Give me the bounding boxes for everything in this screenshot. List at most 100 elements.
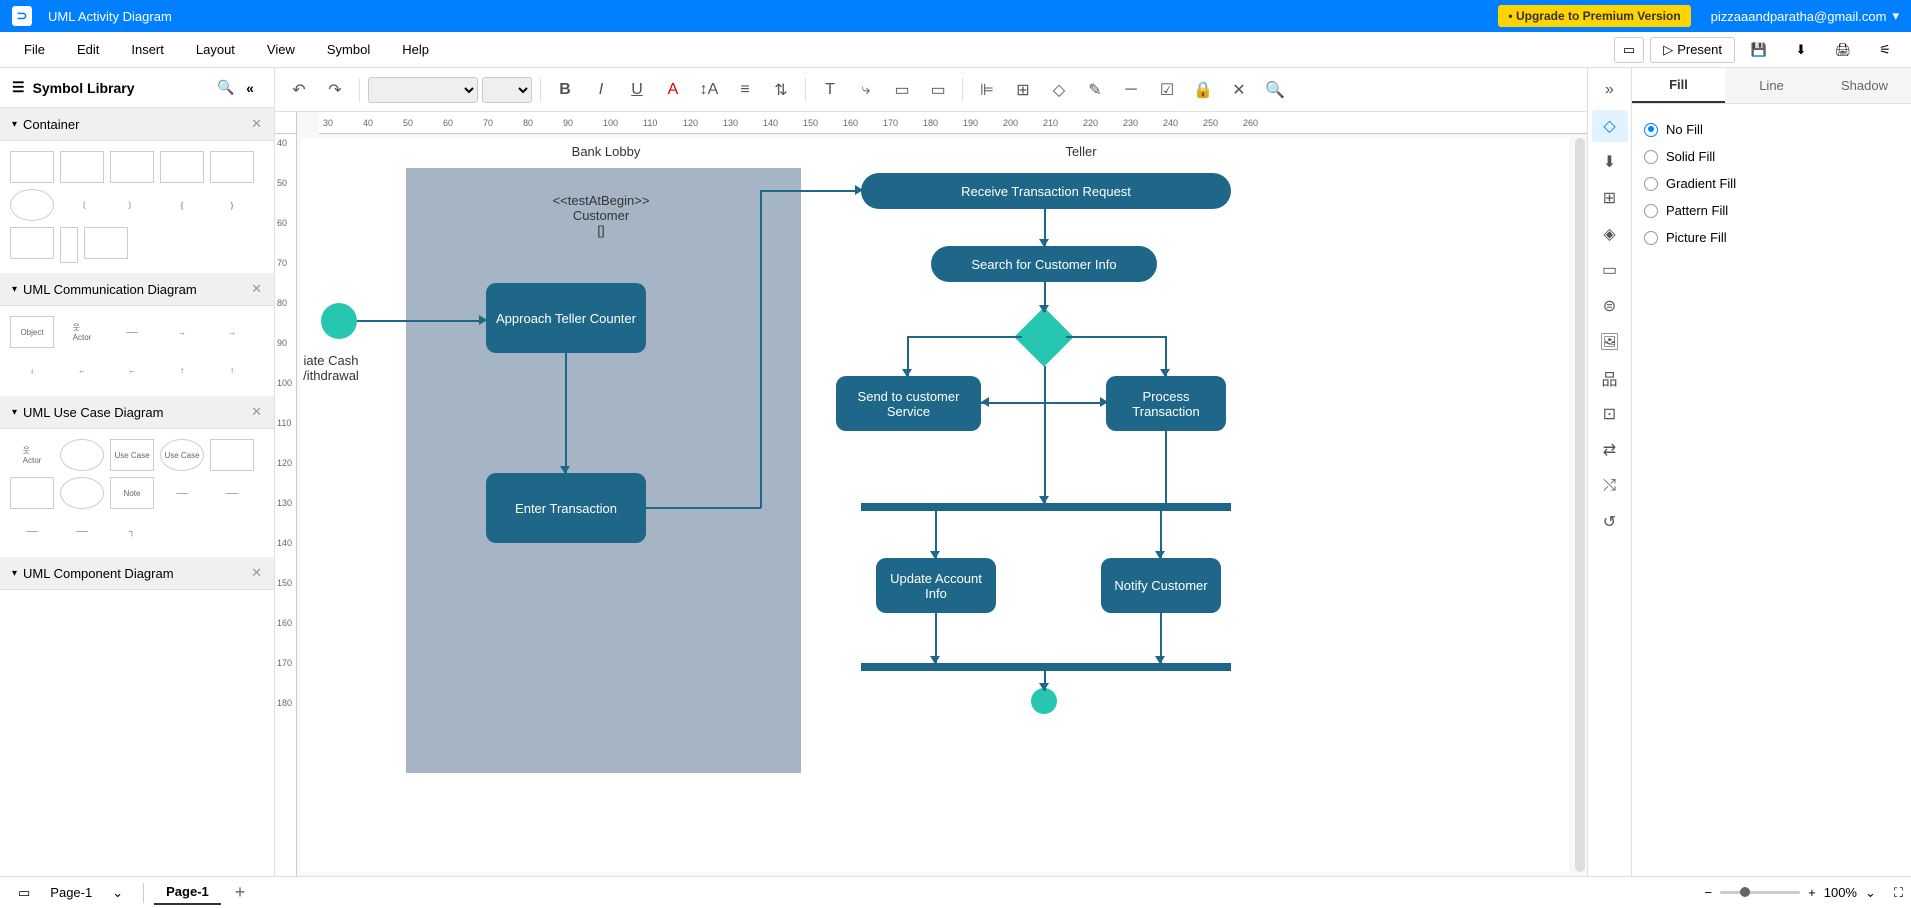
shape-arrow[interactable]: ← [60, 354, 104, 386]
font-color-button[interactable]: A [657, 74, 689, 106]
close-category-icon[interactable]: ✕ [251, 404, 262, 420]
menu-edit[interactable]: Edit [61, 36, 115, 63]
activity-enter-transaction[interactable]: Enter Transaction [486, 473, 646, 543]
fill-option-none[interactable]: No Fill [1644, 116, 1899, 143]
checkbox-button[interactable]: ☑ [1151, 74, 1183, 106]
slideshow-button[interactable]: ▭ [1614, 37, 1644, 63]
layout-tool-icon[interactable]: ⊡ [1592, 398, 1628, 430]
connector-button[interactable]: ⤷ [850, 74, 882, 106]
italic-button[interactable]: I [585, 74, 617, 106]
shape-brace[interactable]: } [210, 189, 254, 221]
menu-view[interactable]: View [251, 36, 311, 63]
page-tab[interactable]: Page-1 [154, 880, 221, 905]
shape-usecase[interactable] [60, 439, 104, 471]
line-tool-button[interactable]: ✎ [1079, 74, 1111, 106]
activity-process-transaction[interactable]: Process Transaction [1106, 376, 1226, 431]
align-objects-button[interactable]: ⊫ [971, 74, 1003, 106]
shape-line[interactable]: ── [60, 515, 104, 547]
undo-button[interactable]: ↶ [283, 74, 315, 106]
shape-line[interactable]: ── [10, 515, 54, 547]
shape-button[interactable]: ▭ [886, 74, 918, 106]
fill-color-button[interactable]: ◇ [1043, 74, 1075, 106]
download-button[interactable]: ⬇ [1783, 36, 1819, 64]
activity-send-service[interactable]: Send to customer Service [836, 376, 981, 431]
category-container[interactable]: ▾ Container ✕ [0, 108, 274, 141]
zoom-in-button[interactable]: + [1808, 885, 1816, 900]
shape-rect[interactable] [60, 151, 104, 183]
image-button[interactable]: ▭ [922, 74, 954, 106]
shuffle-tool-icon[interactable]: ⤭ [1592, 470, 1628, 502]
page-selector[interactable]: Page-1 ⌄ [40, 885, 133, 901]
font-family-select[interactable] [368, 77, 478, 103]
shape-line[interactable]: ┐ [110, 515, 154, 547]
shape-oval[interactable] [10, 189, 54, 221]
shape-note[interactable]: Note [110, 477, 154, 509]
tab-shadow[interactable]: Shadow [1818, 68, 1911, 103]
vertical-scrollbar[interactable] [1575, 138, 1585, 872]
fork-bar[interactable] [861, 503, 1231, 511]
shape-rect[interactable] [10, 227, 54, 259]
image-tool-icon[interactable]: 🖼 [1592, 326, 1628, 358]
shape-arrow[interactable]: ← [110, 354, 154, 386]
activity-receive-request[interactable]: Receive Transaction Request [861, 173, 1231, 209]
close-category-icon[interactable]: ✕ [251, 281, 262, 297]
swimlane-container[interactable] [406, 168, 801, 773]
shape-oval[interactable] [60, 477, 104, 509]
shape-arrow[interactable]: → [160, 316, 204, 348]
text-orientation-button[interactable]: ↕A [693, 74, 725, 106]
present-button[interactable]: ▷ Present [1650, 37, 1735, 63]
database-tool-icon[interactable]: ⊜ [1592, 290, 1628, 322]
fill-option-picture[interactable]: Picture Fill [1644, 224, 1899, 251]
bold-button[interactable]: B [549, 74, 581, 106]
font-size-select[interactable] [482, 77, 532, 103]
shape-rect[interactable] [160, 151, 204, 183]
shape-arrow[interactable]: ↑ [210, 354, 254, 386]
shape-box[interactable] [210, 439, 254, 471]
pages-view-icon[interactable]: ▭ [8, 885, 40, 901]
swimlane-teller[interactable]: Teller [1031, 144, 1131, 159]
menu-symbol[interactable]: Symbol [311, 36, 386, 63]
redo-button[interactable]: ↷ [319, 74, 351, 106]
category-uml-communication[interactable]: ▾ UML Communication Diagram ✕ [0, 273, 274, 306]
print-button[interactable]: 🖨 [1825, 36, 1861, 64]
tab-line[interactable]: Line [1725, 68, 1818, 103]
close-category-icon[interactable]: ✕ [251, 565, 262, 581]
fullscreen-button[interactable]: ⛶ [1894, 885, 1903, 901]
shape-cylinder[interactable] [60, 227, 78, 263]
upgrade-button[interactable]: • Upgrade to Premium Version [1498, 5, 1690, 27]
category-uml-usecase[interactable]: ▾ UML Use Case Diagram ✕ [0, 396, 274, 429]
close-category-icon[interactable]: ✕ [251, 116, 262, 132]
shape-rect[interactable] [110, 151, 154, 183]
shape-box[interactable]: Use Case [110, 439, 154, 471]
tab-fill[interactable]: Fill [1632, 68, 1725, 103]
shape-line[interactable]: ── [160, 477, 204, 509]
shape-bracket[interactable]: 〕 [110, 189, 154, 221]
underline-button[interactable]: U [621, 74, 653, 106]
menu-insert[interactable]: Insert [115, 36, 180, 63]
shape-arrow[interactable]: ↓ [10, 354, 54, 386]
user-email-dropdown[interactable]: pizzaaandparatha@gmail.com ▾ [1711, 8, 1899, 24]
sitemap-tool-icon[interactable]: 品 [1592, 362, 1628, 394]
canvas[interactable]: Bank Lobby Teller <<testAtBegin>> Custom… [301, 138, 1569, 872]
shape-rect[interactable] [10, 151, 54, 183]
menu-layout[interactable]: Layout [180, 36, 251, 63]
shape-arrow[interactable]: ↑ [160, 354, 204, 386]
shape-usecase[interactable]: Use Case [160, 439, 204, 471]
distribute-button[interactable]: ⊞ [1007, 74, 1039, 106]
align-button[interactable]: ≡ [729, 74, 761, 106]
grid-tool-icon[interactable]: ⊞ [1592, 182, 1628, 214]
collapse-library-icon[interactable]: « [238, 76, 262, 100]
shape-arrow[interactable]: → [210, 316, 254, 348]
lock-button[interactable]: 🔒 [1187, 74, 1219, 106]
zoom-slider[interactable] [1720, 891, 1800, 894]
menu-file[interactable]: File [8, 36, 61, 63]
join-bar[interactable] [861, 663, 1231, 671]
swimlane-bank-lobby[interactable]: Bank Lobby [531, 144, 681, 159]
zoom-out-button[interactable]: − [1705, 885, 1713, 900]
decision-node[interactable] [1014, 307, 1073, 366]
fill-option-gradient[interactable]: Gradient Fill [1644, 170, 1899, 197]
line-style-button[interactable]: ─ [1115, 74, 1147, 106]
category-uml-component[interactable]: ▾ UML Component Diagram ✕ [0, 557, 274, 590]
shape-object[interactable]: Object [10, 316, 54, 348]
share-button[interactable]: ⚟ [1867, 36, 1903, 64]
